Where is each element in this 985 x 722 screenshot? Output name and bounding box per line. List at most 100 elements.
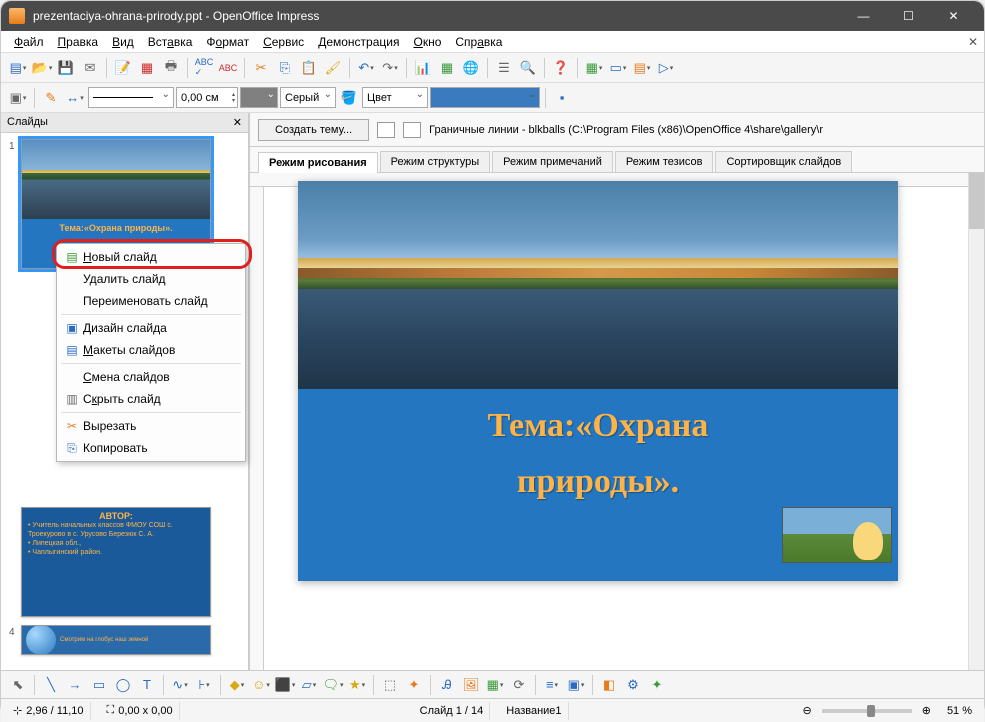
- gallery-tool[interactable]: ▦: [484, 674, 506, 696]
- pdf-export-button[interactable]: ▦: [136, 57, 158, 79]
- open-button[interactable]: 📂: [31, 57, 53, 79]
- ctx-layouts[interactable]: ▤Макеты слайдов: [57, 339, 245, 361]
- doc-close-icon[interactable]: ✕: [968, 35, 978, 49]
- close-button[interactable]: ✕: [931, 1, 976, 31]
- menu-help[interactable]: Справка: [448, 33, 509, 51]
- shadow-button[interactable]: ▪: [551, 87, 573, 109]
- zoom-in-icon[interactable]: ⊕: [922, 704, 931, 717]
- paste-button[interactable]: 📋: [298, 57, 320, 79]
- redo-button[interactable]: ↷: [379, 57, 401, 79]
- color-name-combo[interactable]: Серый: [280, 87, 336, 108]
- line-width-spinner[interactable]: 0,00 см: [176, 87, 238, 108]
- zoom-value[interactable]: 51 %: [941, 702, 978, 720]
- menu-tools[interactable]: Сервис: [256, 33, 311, 51]
- gallery-icons-view[interactable]: [377, 122, 395, 138]
- curve-tool[interactable]: ∿: [169, 674, 191, 696]
- line-color-picker[interactable]: [240, 87, 278, 108]
- ctx-design[interactable]: ▣Дизайн слайда: [57, 317, 245, 339]
- display-button[interactable]: ▭: [607, 57, 629, 79]
- callouts-tool[interactable]: 🗨: [322, 674, 344, 696]
- zoom-out-icon[interactable]: ⊖: [803, 704, 812, 717]
- arrange-button[interactable]: ▣: [7, 87, 29, 109]
- menu-edit[interactable]: Правка: [51, 33, 106, 51]
- zoom-button[interactable]: 🔍: [517, 57, 539, 79]
- slideshow-button[interactable]: ▷: [655, 57, 677, 79]
- save-button[interactable]: 💾: [55, 57, 77, 79]
- basic-shapes-tool[interactable]: ◆: [226, 674, 248, 696]
- flowchart-tool[interactable]: ▱: [298, 674, 320, 696]
- chart-button[interactable]: 📊: [412, 57, 434, 79]
- edit-file-button[interactable]: 📝: [112, 57, 134, 79]
- menu-insert[interactable]: Вставка: [141, 33, 200, 51]
- connector-tool[interactable]: ⊦: [193, 674, 215, 696]
- ctx-copy[interactable]: ⎘Копировать: [57, 437, 245, 459]
- create-theme-button[interactable]: Создать тему...: [258, 119, 369, 141]
- animation-tool[interactable]: ✦: [646, 674, 668, 696]
- ctx-delete-slide[interactable]: Удалить слайд: [57, 268, 245, 290]
- arrange-tool[interactable]: ▣: [565, 674, 587, 696]
- minimize-button[interactable]: —: [841, 1, 886, 31]
- arrow-tool[interactable]: →: [64, 674, 86, 696]
- slide-design-button[interactable]: ▤: [631, 57, 653, 79]
- ctx-cut[interactable]: ✂Вырезать: [57, 415, 245, 437]
- block-arrows-tool[interactable]: ⬛: [274, 674, 296, 696]
- new-doc-button[interactable]: ▤: [7, 57, 29, 79]
- ellipse-tool[interactable]: ◯: [112, 674, 134, 696]
- interaction-tool[interactable]: ⚙: [622, 674, 644, 696]
- maximize-button[interactable]: ☐: [886, 1, 931, 31]
- format-paint-button[interactable]: 🖌: [322, 57, 344, 79]
- zoom-slider[interactable]: [822, 709, 912, 713]
- copy-button[interactable]: ⎘: [274, 57, 296, 79]
- grid-button[interactable]: ▦: [583, 57, 605, 79]
- line-tool[interactable]: ╲: [40, 674, 62, 696]
- tab-handout[interactable]: Режим тезисов: [615, 151, 714, 172]
- autospell-button[interactable]: ABC: [217, 57, 239, 79]
- tab-outline[interactable]: Режим структуры: [380, 151, 491, 172]
- navigator-button[interactable]: ☰: [493, 57, 515, 79]
- help-button[interactable]: ❓: [550, 57, 572, 79]
- menu-view[interactable]: Вид: [105, 33, 141, 51]
- menu-window[interactable]: Окно: [406, 33, 448, 51]
- line-style-combo[interactable]: [88, 87, 174, 108]
- fill-color-combo[interactable]: [430, 87, 540, 108]
- rotate-tool[interactable]: ⟳: [508, 674, 530, 696]
- menu-demo[interactable]: Демонстрация: [311, 33, 406, 51]
- menu-format[interactable]: Формат: [199, 33, 256, 51]
- ctx-new-slide[interactable]: ▤Новый слайд: [57, 246, 245, 268]
- tab-drawing[interactable]: Режим рисования: [258, 152, 378, 173]
- extrusion-tool[interactable]: ◧: [598, 674, 620, 696]
- vertical-scrollbar[interactable]: [968, 173, 984, 670]
- ctx-hide[interactable]: ▥Скрыть слайд: [57, 388, 245, 410]
- slide-thumb-4[interactable]: 4 Смотрим на глобус наш земной: [7, 625, 242, 655]
- fill-button[interactable]: 🪣: [338, 87, 360, 109]
- text-tool[interactable]: T: [136, 674, 158, 696]
- email-button[interactable]: ✉: [79, 57, 101, 79]
- hyperlink-button[interactable]: 🌐: [460, 57, 482, 79]
- rect-tool[interactable]: ▭: [88, 674, 110, 696]
- print-button[interactable]: 🖶: [160, 57, 182, 79]
- stars-tool[interactable]: ★: [346, 674, 368, 696]
- tab-sorter[interactable]: Сортировщик слайдов: [715, 151, 852, 172]
- fontwork-tool[interactable]: Ꭿ: [436, 674, 458, 696]
- ctx-transition[interactable]: Смена слайдов: [57, 366, 245, 388]
- fill-type-combo[interactable]: Цвет: [362, 87, 428, 108]
- align-tool[interactable]: ≡: [541, 674, 563, 696]
- canvas-area[interactable]: Тема:«Охрана природы».: [250, 173, 984, 670]
- panel-close-icon[interactable]: ✕: [233, 116, 242, 129]
- ctx-rename-slide[interactable]: Переименовать слайд: [57, 290, 245, 312]
- symbol-shapes-tool[interactable]: ☺: [250, 674, 272, 696]
- slide-thumb-3[interactable]: АВТОР: • Учитель начальных классов ФМОУ …: [7, 507, 242, 617]
- line-style-button[interactable]: ✎: [40, 87, 62, 109]
- points-tool[interactable]: ⬚: [379, 674, 401, 696]
- tab-notes[interactable]: Режим примечаний: [492, 151, 613, 172]
- glue-tool[interactable]: ✦: [403, 674, 425, 696]
- table-button[interactable]: ▦: [436, 57, 458, 79]
- gallery-list-view[interactable]: [403, 122, 421, 138]
- spellcheck-button[interactable]: ABC✓: [193, 57, 215, 79]
- select-tool[interactable]: ⬉: [7, 674, 29, 696]
- slide-canvas[interactable]: Тема:«Охрана природы».: [298, 181, 898, 581]
- undo-button[interactable]: ↶: [355, 57, 377, 79]
- menu-file[interactable]: Файл: [7, 33, 51, 51]
- arrow-style-button[interactable]: ↔: [64, 87, 86, 109]
- cut-button[interactable]: ✂: [250, 57, 272, 79]
